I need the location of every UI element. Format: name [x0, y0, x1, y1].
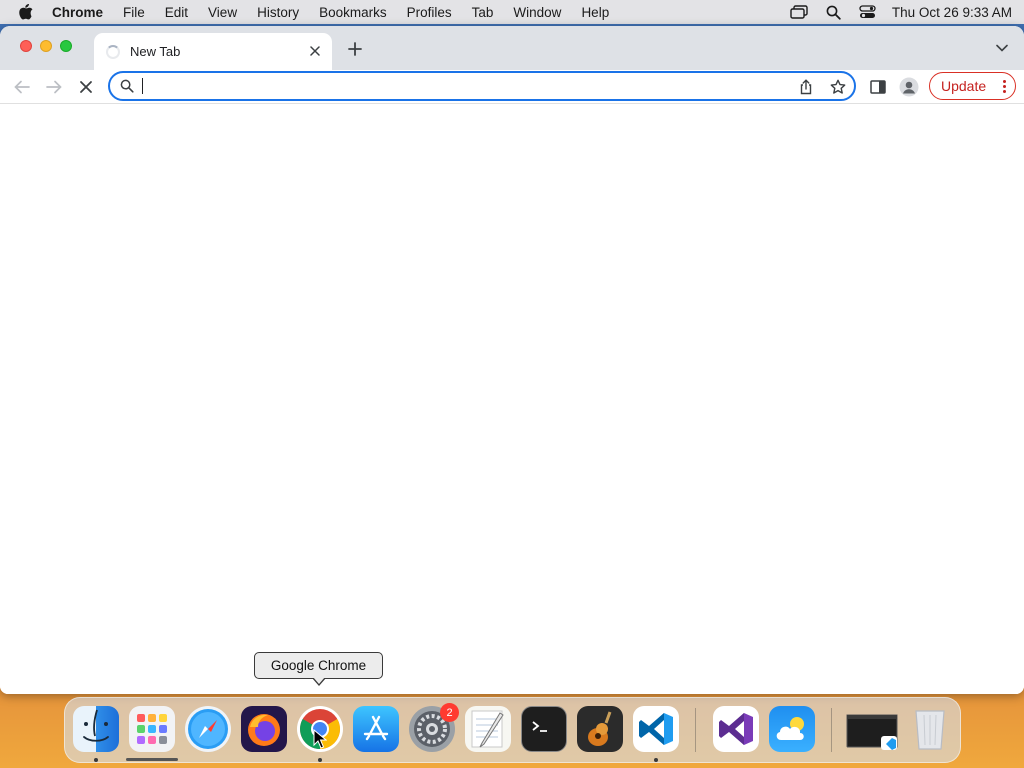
minimize-window-button[interactable]	[40, 40, 52, 52]
menu-bar: Chrome File Edit View History Bookmarks …	[0, 0, 1024, 24]
minimized-window-icon[interactable]	[845, 706, 901, 752]
bookmark-star-icon[interactable]	[828, 77, 848, 97]
menu-bookmarks[interactable]: Bookmarks	[319, 5, 387, 20]
menu-window[interactable]: Window	[513, 5, 561, 20]
stop-loading-button[interactable]	[75, 76, 97, 98]
update-button[interactable]: Update	[929, 72, 1016, 100]
window-controls	[20, 40, 80, 52]
menu-app-name[interactable]: Chrome	[52, 5, 103, 20]
text-caret	[142, 78, 143, 94]
menu-history[interactable]: History	[257, 5, 299, 20]
menu-help[interactable]: Help	[581, 5, 609, 20]
menu-file[interactable]: File	[123, 5, 145, 20]
dock-separator	[695, 708, 696, 752]
notification-badge: 2	[440, 703, 459, 722]
vscode-icon[interactable]	[633, 706, 679, 752]
address-input[interactable]	[144, 76, 784, 96]
safari-icon[interactable]	[185, 706, 231, 752]
browser-toolbar: Update	[0, 70, 1024, 104]
new-tab-button[interactable]	[344, 38, 366, 60]
finder-running-indicator	[94, 758, 98, 762]
tab-new-tab[interactable]: New Tab	[94, 33, 332, 70]
firefox-icon[interactable]	[241, 706, 287, 752]
launchpad-icon[interactable]	[129, 706, 175, 752]
side-panel-icon[interactable]	[867, 76, 889, 98]
profile-avatar-icon[interactable]	[898, 76, 920, 98]
menu-edit[interactable]: Edit	[165, 5, 188, 20]
close-window-button[interactable]	[20, 40, 32, 52]
weather-icon[interactable]	[769, 706, 815, 752]
zoom-window-button[interactable]	[60, 40, 72, 52]
tab-strip: New Tab	[0, 26, 1024, 70]
browser-window: New Tab Update	[0, 26, 1024, 694]
control-center-icon[interactable]	[859, 5, 876, 19]
tab-title: New Tab	[130, 44, 181, 59]
tab-search-chevron-icon[interactable]	[994, 40, 1010, 56]
chrome-running-indicator	[318, 758, 322, 762]
terminal-icon[interactable]	[521, 706, 567, 752]
search-icon	[120, 79, 134, 93]
finder-icon[interactable]	[73, 706, 119, 752]
screen-mirroring-icon[interactable]	[790, 5, 808, 19]
dock-tooltip: Google Chrome	[254, 652, 383, 686]
dock	[64, 697, 961, 763]
apple-menu-icon[interactable]	[18, 3, 38, 21]
visual-studio-icon[interactable]	[713, 706, 759, 752]
menu-view[interactable]: View	[208, 5, 237, 20]
dock-separator-2	[831, 708, 832, 752]
more-menu-icon[interactable]	[1003, 79, 1006, 94]
update-label: Update	[941, 78, 987, 94]
textedit-icon[interactable]	[465, 706, 511, 752]
garageband-icon[interactable]	[577, 706, 623, 752]
menu-profiles[interactable]: Profiles	[407, 5, 452, 20]
app-store-icon[interactable]	[353, 706, 399, 752]
loading-spinner-icon	[106, 44, 120, 59]
trash-icon[interactable]	[907, 706, 953, 752]
share-icon[interactable]	[796, 77, 816, 97]
vscode-running-indicator	[654, 758, 658, 762]
menu-bar-clock[interactable]: Thu Oct 26 9:33 AM	[892, 5, 1012, 20]
page-content	[0, 105, 1024, 694]
address-bar[interactable]	[108, 71, 856, 101]
mouse-cursor-icon	[313, 728, 328, 754]
close-tab-icon[interactable]	[306, 42, 324, 60]
back-button[interactable]	[11, 76, 33, 98]
forward-button[interactable]	[43, 76, 65, 98]
spotlight-search-icon[interactable]	[826, 5, 841, 20]
menu-tab[interactable]: Tab	[472, 5, 494, 20]
launchpad-scroll-indicator	[126, 758, 178, 761]
